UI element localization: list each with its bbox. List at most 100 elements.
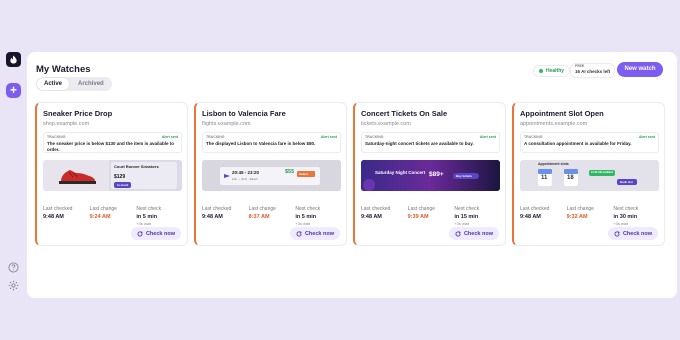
tracking-box: TRACKING Alert sent A consultation appoi…	[520, 132, 659, 153]
check-now-button[interactable]: Check now	[607, 227, 658, 240]
tracking-label: TRACKING	[365, 135, 384, 139]
last-checked-label: Last checked	[43, 206, 73, 212]
next-check-value: in 5 min	[136, 214, 158, 220]
last-checked-value: 9:48 AM	[202, 214, 223, 220]
status-text: Healthy	[546, 68, 565, 74]
next-check-sub: +3s wait	[454, 221, 470, 226]
watches-panel: My Watches Active Archived Healthy FREE …	[27, 52, 677, 298]
next-check-sub: +3s wait	[136, 221, 152, 226]
preview-badge: Buy tickets	[456, 174, 473, 178]
tracking-text: A consultation appointment is available …	[524, 141, 632, 146]
watch-card[interactable]: Appointment Slot Open appointments.examp…	[512, 102, 665, 246]
sneaker-preview-image	[43, 160, 182, 191]
last-change-label: Last change	[248, 206, 276, 212]
card-stats: Last checked 9:48 AM Last change 9:32 AM…	[520, 206, 660, 226]
last-change-label: Last change	[407, 206, 435, 212]
last-checked-label: Last checked	[361, 206, 391, 212]
card-url[interactable]: appointments.example.com	[520, 121, 587, 127]
tab-active[interactable]: Active	[37, 78, 70, 90]
card-stats: Last checked 9:48 AM Last change 9:39 AM…	[361, 206, 501, 226]
preview-heading: Appointment slots	[538, 162, 569, 166]
check-now-button[interactable]: Check now	[130, 227, 181, 240]
next-check-label: Next check	[613, 206, 639, 212]
refresh-icon	[614, 230, 620, 236]
flame-logo-icon	[10, 55, 17, 64]
card-title: Appointment Slot Open	[520, 109, 604, 118]
check-now-label: Check now	[304, 230, 334, 237]
watch-card[interactable]: Sneaker Price Drop shop.example.com TRAC…	[35, 102, 188, 246]
flight-preview-image	[202, 160, 341, 191]
card-title: Concert Tickets On Sale	[361, 109, 448, 118]
plan-info: 16 AI checks left	[575, 68, 611, 74]
next-check-label: Next check	[136, 206, 162, 212]
preview-route: LIS → VLC · Direct	[232, 177, 258, 181]
tracking-text: Saturday-night concert tickets are avail…	[365, 141, 474, 146]
last-change-label: Last change	[566, 206, 594, 212]
check-now-label: Check now	[463, 230, 493, 237]
next-check-sub: +3s wait	[613, 221, 629, 226]
tracking-box: TRACKING Alert sent Saturday-night conce…	[361, 132, 500, 153]
tracking-box: TRACKING Alert sent The displayed Lisbon…	[202, 132, 341, 153]
preview-event: Saturday Night Concert	[375, 170, 426, 175]
refresh-icon	[137, 230, 143, 236]
preview-badge: In stock	[114, 182, 132, 188]
app-logo[interactable]	[6, 52, 21, 67]
add-watch-button[interactable]: +	[6, 83, 21, 98]
refresh-icon	[455, 230, 461, 236]
tracking-label: TRACKING	[206, 135, 225, 139]
last-change-label: Last change	[89, 206, 117, 212]
card-url[interactable]: tickets.example.com	[361, 121, 411, 127]
card-title: Lisbon to Valencia Fare	[202, 109, 286, 118]
refresh-icon	[296, 230, 302, 236]
preview-badge: Book slot	[620, 180, 633, 184]
help-icon[interactable]	[8, 260, 19, 273]
watch-card[interactable]: Lisbon to Valencia Fare flights.example.…	[194, 102, 347, 246]
check-now-label: Check now	[145, 230, 175, 237]
page-preview: Saturday Night Concert $89+ Buy tickets	[361, 160, 500, 191]
tracking-label: TRACKING	[524, 135, 543, 139]
last-checked-value: 9:48 AM	[43, 214, 64, 220]
card-url[interactable]: flights.example.com	[202, 121, 251, 127]
status-badge: Healthy	[533, 65, 571, 77]
last-change-value: 9:39 AM	[407, 214, 429, 220]
alert-sent-label: Alert sent	[638, 135, 655, 139]
status-dot-icon	[539, 69, 543, 73]
plan-name: FREE	[575, 64, 585, 68]
card-stats: Last checked 9:48 AM Last change 9:24 AM…	[43, 206, 183, 226]
next-check-label: Next check	[454, 206, 480, 212]
alert-sent-label: Alert sent	[479, 135, 496, 139]
plan-badge: FREE 16 AI checks left	[570, 63, 616, 78]
preview-price: $89+	[429, 171, 444, 178]
last-change-value: 9:32 AM	[566, 214, 588, 220]
page-preview: Court Runner Sneakers $129 In stock	[43, 160, 182, 191]
alert-sent-label: Alert sent	[320, 135, 337, 139]
last-change-value: 8:37 AM	[248, 214, 270, 220]
preview-price: $55	[285, 169, 295, 175]
last-change-value: 9:24 AM	[89, 214, 111, 220]
page-title: My Watches	[36, 64, 91, 75]
tracking-label: TRACKING	[47, 135, 66, 139]
next-check-value: in 15 min	[454, 214, 479, 220]
check-now-button[interactable]: Check now	[289, 227, 340, 240]
watch-tabs: Active Archived	[36, 77, 112, 91]
gear-icon[interactable]	[8, 278, 19, 291]
new-watch-button[interactable]: New watch	[617, 62, 663, 77]
last-checked-value: 9:48 AM	[520, 214, 541, 220]
watch-card[interactable]: Concert Tickets On Sale tickets.example.…	[353, 102, 506, 246]
last-checked-label: Last checked	[202, 206, 232, 212]
preview-day-1: 11	[541, 175, 548, 181]
next-check-sub: +3s wait	[295, 221, 311, 226]
next-check-label: Next check	[295, 206, 321, 212]
sidebar-rail: +	[0, 0, 27, 340]
preview-times: 20:45 - 23:20	[232, 170, 260, 175]
check-now-button[interactable]: Check now	[448, 227, 499, 240]
next-check-value: in 5 min	[295, 214, 317, 220]
card-url[interactable]: shop.example.com	[43, 121, 89, 127]
last-checked-label: Last checked	[520, 206, 550, 212]
card-title: Sneaker Price Drop	[43, 109, 113, 118]
tab-archived[interactable]: Archived	[71, 78, 111, 90]
page-preview: Appointment slots 11 18 10:30 AM availab…	[520, 160, 659, 191]
check-now-label: Check now	[622, 230, 652, 237]
tracking-box: TRACKING Alert sent The sneaker price is…	[43, 132, 182, 153]
page-preview: 20:45 - 23:20 LIS → VLC · Direct $55 Sel…	[202, 160, 341, 191]
